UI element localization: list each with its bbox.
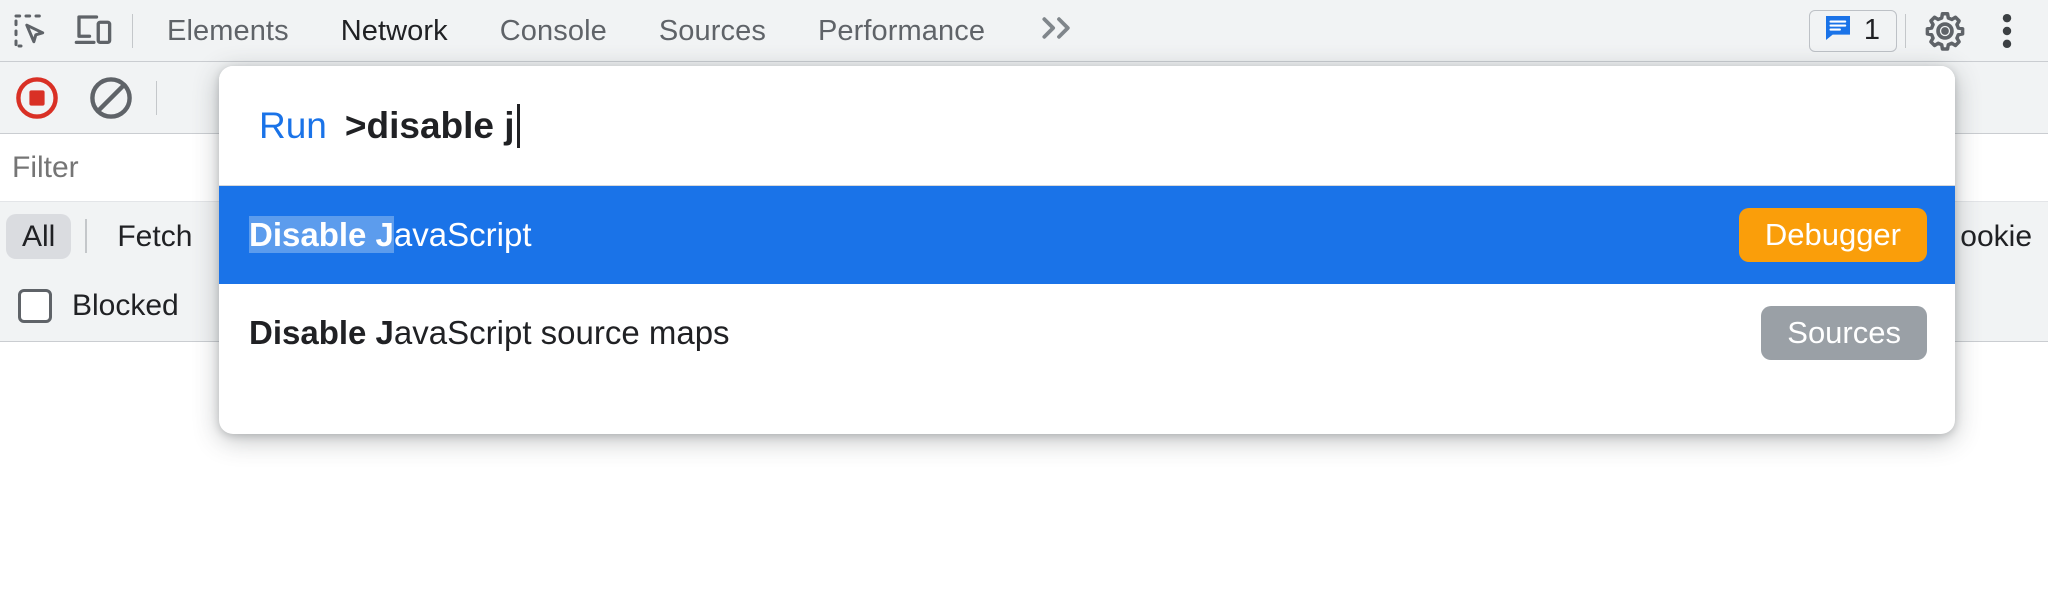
toolbar-divider — [132, 13, 133, 48]
gear-icon[interactable] — [1914, 1, 1976, 61]
text-cursor — [516, 103, 520, 148]
blocked-requests-checkbox[interactable] — [18, 288, 52, 323]
type-chip-all[interactable]: All — [6, 213, 72, 259]
command-palette-footer-space — [219, 382, 1955, 434]
console-message-badge[interactable]: 1 — [1808, 9, 1897, 52]
result-rest-text: avaScript — [393, 216, 532, 253]
command-palette-result-row[interactable]: Disable JavaScript source maps Sources — [219, 284, 1955, 382]
result-panel-badge: Debugger — [1738, 208, 1927, 262]
record-stop-icon[interactable] — [0, 63, 74, 133]
device-toolbar-icon[interactable] — [62, 1, 124, 61]
chevron-double-right-icon — [1037, 13, 1081, 48]
toolbar-divider-right — [1905, 13, 1906, 48]
type-chip-divider — [85, 219, 88, 253]
command-palette-dialog: Run >disable j Disable JavaScript Debugg… — [219, 66, 1955, 434]
command-palette-query: >disable j — [344, 104, 515, 146]
console-message-icon — [1822, 12, 1854, 49]
tab-network[interactable]: Network — [315, 1, 474, 61]
type-chip-fetch[interactable]: Fetch — [101, 214, 208, 259]
result-match-text: Disable J — [249, 314, 394, 351]
kebab-menu-icon[interactable] — [1976, 1, 2038, 61]
result-title: Disable JavaScript source maps — [249, 314, 730, 352]
tab-overflow-button[interactable] — [1011, 1, 1107, 61]
result-rest-text: avaScript source maps — [393, 314, 730, 351]
tab-elements[interactable]: Elements — [141, 1, 315, 61]
toolbar-right-group: 1 — [1808, 1, 2048, 61]
inspect-element-icon[interactable] — [0, 1, 62, 61]
devtools-window: Elements Network Console Sources Perform… — [0, 0, 2048, 593]
result-title: Disable JavaScript — [249, 216, 531, 254]
command-palette-result-row[interactable]: Disable JavaScript Debugger — [219, 186, 1955, 284]
network-toolbar-divider — [156, 80, 157, 115]
type-chip-cookie-truncated[interactable]: ookie — [1944, 214, 2048, 259]
result-match-text: Disable J — [249, 216, 394, 253]
tab-performance[interactable]: Performance — [792, 1, 1011, 61]
tab-console[interactable]: Console — [474, 1, 633, 61]
clear-ban-icon[interactable] — [74, 63, 148, 133]
blocked-requests-label: Blocked — [72, 288, 179, 322]
command-palette-input-row[interactable]: Run >disable j — [219, 66, 1955, 186]
command-palette-prefix: Run — [259, 104, 327, 146]
result-panel-badge: Sources — [1761, 306, 1927, 360]
devtools-main-tabbar: Elements Network Console Sources Perform… — [0, 0, 2048, 62]
console-message-count: 1 — [1863, 14, 1880, 46]
tab-sources[interactable]: Sources — [633, 1, 792, 61]
